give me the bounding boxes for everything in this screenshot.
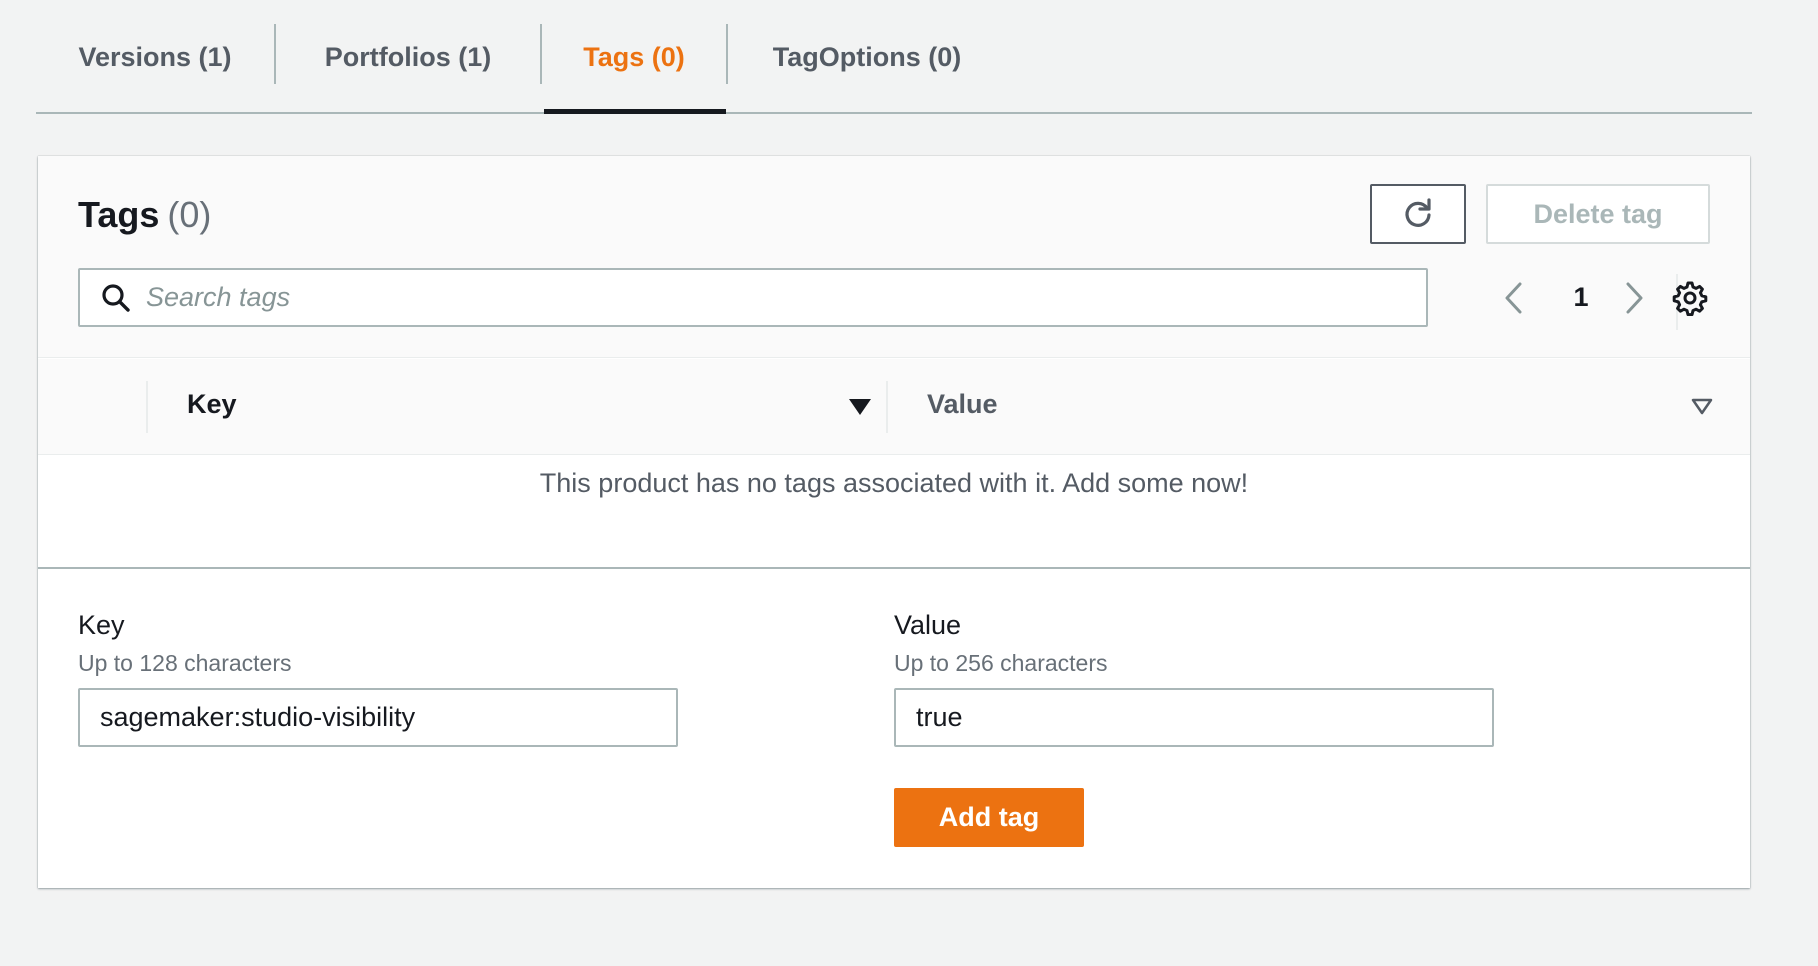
search-input[interactable] bbox=[146, 272, 1406, 323]
panel-title-text: Tags bbox=[78, 194, 160, 235]
panel-title-count: (0) bbox=[167, 194, 212, 235]
refresh-button[interactable] bbox=[1370, 184, 1466, 244]
tab-bar: Versions (1) Portfolios (1) Tags (0) Tag… bbox=[36, 0, 1752, 114]
key-field-description: Up to 128 characters bbox=[78, 650, 292, 676]
key-field-label: Key bbox=[78, 610, 125, 640]
column-divider bbox=[146, 381, 148, 433]
column-divider bbox=[886, 381, 888, 433]
sort-descending-icon[interactable] bbox=[848, 397, 872, 417]
tab-versions[interactable]: Versions (1) bbox=[36, 0, 274, 112]
chevron-left-icon[interactable] bbox=[1498, 280, 1530, 316]
search-field[interactable] bbox=[78, 268, 1428, 327]
tab-tagoptions[interactable]: TagOptions (0) bbox=[728, 0, 1006, 112]
value-field-label: Value bbox=[894, 610, 962, 640]
add-tag-button[interactable]: Add tag bbox=[894, 788, 1084, 847]
key-input[interactable] bbox=[78, 688, 678, 747]
column-header-key[interactable]: Key bbox=[187, 389, 237, 420]
tags-panel: Tags(0) Delete tag 1 bbox=[38, 156, 1750, 888]
section-divider bbox=[38, 567, 1750, 569]
value-input[interactable] bbox=[894, 688, 1494, 747]
table-header: Key Value bbox=[38, 359, 1750, 455]
chevron-right-icon[interactable] bbox=[1618, 280, 1650, 316]
panel-header: Tags(0) Delete tag 1 bbox=[38, 156, 1750, 358]
tab-portfolios[interactable]: Portfolios (1) bbox=[276, 0, 540, 112]
search-icon bbox=[102, 283, 130, 312]
tab-tags[interactable]: Tags (0) bbox=[542, 0, 726, 114]
refresh-icon bbox=[1405, 198, 1431, 227]
delete-tag-button[interactable]: Delete tag bbox=[1486, 184, 1710, 244]
gear-icon[interactable] bbox=[1672, 280, 1708, 316]
panel-title: Tags (0) bbox=[78, 194, 211, 236]
value-field-description: Up to 256 characters bbox=[894, 650, 1108, 676]
current-page-number[interactable]: 1 bbox=[1566, 282, 1596, 313]
sort-unsorted-icon[interactable] bbox=[1690, 397, 1714, 417]
empty-table-message: This product has no tags associated with… bbox=[539, 468, 1249, 498]
column-header-value[interactable]: Value bbox=[927, 389, 998, 420]
